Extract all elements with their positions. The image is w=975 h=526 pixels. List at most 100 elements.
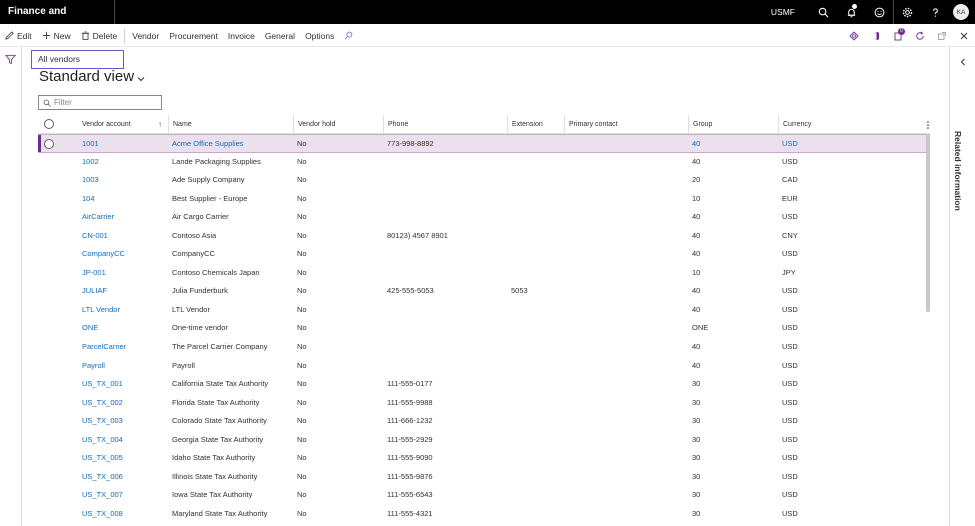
company-picker[interactable]: USMF (771, 7, 795, 17)
table-row[interactable]: ONE One-time vendor No ONE USD (38, 319, 930, 338)
name-cell: Ade Supply Company (172, 175, 245, 185)
column-header-vendor-hold[interactable]: Vendor hold (293, 115, 335, 134)
vendor-account-cell[interactable]: ONE (82, 319, 98, 338)
user-avatar[interactable]: KA (953, 4, 969, 20)
currency-cell: USD (782, 342, 798, 352)
vendor-tab[interactable]: Vendor (127, 25, 164, 47)
vendor-account-cell[interactable]: Payroll (82, 357, 105, 376)
invoice-tab[interactable]: Invoice (223, 25, 260, 47)
table-row[interactable]: CN-001 Contoso Asia No 80123) 4567 8901 40 CN… (38, 227, 930, 246)
vendor-account-cell[interactable]: 1001 (82, 135, 99, 154)
table-row[interactable]: US_TX_008 Maryland State Tax Authority No 1… (38, 505, 930, 524)
more-options-icon[interactable] (925, 120, 931, 130)
trash-icon (81, 31, 89, 40)
table-row[interactable]: JP-001 Contoso Chemicals Japan No 10 JPY (38, 264, 930, 283)
plus-icon (42, 31, 50, 40)
app-title[interactable]: Finance and Operations (0, 0, 115, 41)
vendor-account-cell[interactable]: US_TX_001 (82, 375, 123, 394)
attachments-icon[interactable]: 0 (887, 25, 909, 47)
office-icon[interactable] (865, 25, 887, 47)
vendor-account-cell[interactable]: LTL Vendor (82, 301, 120, 320)
column-header-phone[interactable]: Phone (383, 115, 408, 134)
table-row[interactable]: 1002 Lande Packaging Supplies No 40 USD (38, 153, 930, 172)
vendor-account-cell[interactable]: US_TX_003 (82, 412, 123, 431)
delete-button[interactable]: Delete (76, 25, 123, 47)
vendor-account-cell[interactable]: US_TX_008 (82, 505, 123, 524)
table-row[interactable]: 1003 Ade Supply Company No 20 CAD (38, 171, 930, 190)
vendor-account-cell[interactable]: CompanyCC (82, 245, 125, 264)
table-row[interactable]: US_TX_002 Florida State Tax Authority No 11… (38, 394, 930, 413)
phone-cell: 80123) 4567 8901 (387, 230, 448, 240)
group-cell: 40 (692, 156, 701, 166)
vendor-account-cell[interactable]: 1002 (82, 153, 99, 172)
grid-vertical-scrollbar[interactable] (926, 134, 930, 312)
currency-cell: USD (782, 379, 798, 389)
table-row[interactable]: US_TX_003 Colorado State Tax Authority No 1… (38, 412, 930, 431)
vendor-account-cell[interactable]: US_TX_006 (82, 468, 123, 487)
currency-cell: USD (782, 156, 798, 166)
vendor-account-cell[interactable]: AirCarrier (82, 208, 114, 227)
column-header-name[interactable]: Name (168, 115, 192, 134)
related-information-pane[interactable]: Related information (949, 47, 975, 526)
vendor-account-cell[interactable]: JULIAF (82, 282, 107, 301)
grid-filter-input[interactable]: Filter (38, 95, 162, 110)
name-cell: Payroll (172, 360, 195, 370)
group-cell: 30 (692, 453, 701, 463)
row-select-radio[interactable] (44, 139, 54, 149)
group-cell: ONE (692, 323, 709, 333)
notifications-icon[interactable] (837, 0, 865, 24)
view-selector[interactable]: Standard view (39, 68, 145, 85)
table-row[interactable]: CompanyCC CompanyCC No 40 USD (38, 245, 930, 264)
open-new-window-icon[interactable] (931, 25, 953, 47)
currency-cell: USD (782, 490, 798, 500)
table-row[interactable]: US_TX_005 Idaho State Tax Authority No 111-… (38, 449, 930, 468)
table-row[interactable]: ParcelCarrier The Parcel Carrier Company N… (38, 338, 930, 357)
search-icon[interactable] (809, 0, 837, 24)
table-row[interactable]: 104 Best Supplier - Europe No 10 EUR (38, 190, 930, 209)
vendor-account-cell[interactable]: JP-001 (82, 264, 106, 283)
column-header-vendor-account[interactable]: Vendor account ↑ (82, 115, 167, 134)
options-tab[interactable]: Options (300, 25, 339, 47)
general-tab[interactable]: General (260, 25, 300, 47)
name-cell: The Parcel Carrier Company (172, 342, 268, 352)
vendor-account-cell[interactable]: CN-001 (82, 227, 108, 246)
table-row[interactable]: US_TX_004 Georgia State Tax Authority No 11… (38, 431, 930, 450)
select-all-radio[interactable] (44, 119, 54, 129)
filter-funnel-icon[interactable] (5, 54, 16, 65)
table-row[interactable]: Payroll Payroll No 40 USD (38, 357, 930, 376)
vendor-account-cell[interactable]: US_TX_004 (82, 431, 123, 450)
table-row[interactable]: US_TX_001 California State Tax Authority N… (38, 375, 930, 394)
table-row[interactable]: US_TX_006 Illinois State Tax Authority No 1… (38, 468, 930, 487)
phone-cell: 111-555-9988 (387, 397, 433, 407)
column-header-extension[interactable]: Extension (507, 115, 543, 134)
vendor-account-cell[interactable]: US_TX_002 (82, 394, 123, 413)
refresh-icon[interactable] (909, 25, 931, 47)
vendor-account-cell[interactable]: ParcelCarrier (82, 338, 126, 357)
chevron-left-icon[interactable] (959, 58, 967, 66)
view-name-caption[interactable]: All vendors (31, 50, 124, 69)
vendor-account-cell[interactable]: US_TX_005 (82, 449, 123, 468)
new-button[interactable]: New (37, 25, 76, 47)
close-icon[interactable] (953, 25, 975, 47)
name-cell: Iowa State Tax Authority (172, 490, 253, 500)
column-header-group[interactable]: Group (688, 115, 712, 134)
vendor-account-cell[interactable]: 1003 (82, 171, 99, 190)
vendor-account-cell[interactable]: 104 (82, 190, 95, 209)
power-apps-icon[interactable] (843, 25, 865, 47)
procurement-tab[interactable]: Procurement (164, 25, 223, 47)
table-row[interactable]: JULIAF Julia Funderburk No 425-555-5053 5053… (38, 282, 930, 301)
table-row[interactable]: AirCarrier Air Cargo Carrier No 40 USD (38, 208, 930, 227)
settings-gear-icon[interactable] (893, 0, 921, 24)
action-search-icon[interactable] (339, 25, 361, 47)
column-header-currency[interactable]: Currency (778, 115, 811, 134)
edit-button[interactable]: Edit (0, 25, 37, 47)
vendor-hold-cell: No (297, 397, 307, 407)
table-row[interactable]: US_TX_007 Iowa State Tax Authority No 111-5… (38, 486, 930, 505)
vendor-account-cell[interactable]: US_TX_007 (82, 486, 123, 505)
group-cell: 20 (692, 175, 701, 185)
table-row[interactable]: 1001 Acme Office Supplies No 773-998-8892 40… (38, 134, 930, 153)
help-icon[interactable] (921, 0, 949, 24)
table-row[interactable]: LTL Vendor LTL Vendor No 40 USD (38, 301, 930, 320)
feedback-smiley-icon[interactable] (865, 0, 893, 24)
column-header-primary-contact[interactable]: Primary contact (564, 115, 618, 134)
